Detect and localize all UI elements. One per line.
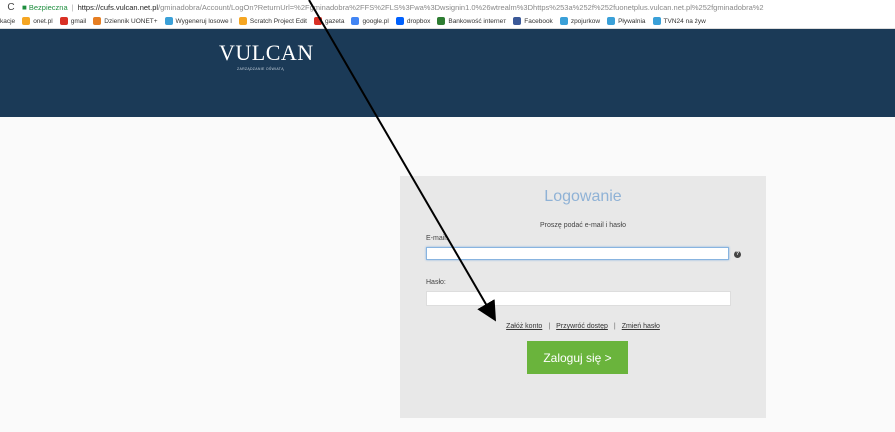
restore-access-link[interactable]: Przywróć dostęp [556,323,608,330]
bookmark-item[interactable]: Scratch Project Edit [238,17,307,25]
bookmark-icon [437,17,446,25]
bookmark-label: kacje [0,17,16,25]
bookmarks-bar: kacje onet.pl gmail Dziennik UONET+ Wygeneru… [0,14,895,29]
bookmark-icon [238,17,247,25]
bookmark-label: onet.pl [33,17,53,25]
login-title: Logowanie [544,188,622,205]
bookmark-item[interactable]: zpojurkow [559,17,601,25]
secure-label: Bezpieczna [28,2,68,12]
bookmark-label: Wygeneruj losowe l [175,17,232,25]
bookmark-item[interactable]: Facebook [513,17,553,25]
bookmark-icon [164,17,173,25]
account-links: Załóż konto | Przywróć dostęp | Zmień hasło [400,323,766,330]
bookmark-icon [93,17,102,25]
url-host[interactable]: https://cufs.vulcan.net.pl [78,3,158,12]
bookmark-icon [351,17,360,25]
bookmark-label: Bankowość interneт [448,17,507,25]
password-label: Hasło: [426,279,446,286]
bookmark-icon [22,17,31,25]
bookmark-label: Scratch Project Edit [249,17,307,25]
site-header [0,29,895,117]
bookmark-label: dropbox [406,17,431,25]
bookmark-label: gmail [70,17,87,25]
reload-icon[interactable]: C [0,2,22,13]
bookmark-item[interactable]: gazeta [313,17,345,25]
bookmark-label: TVN24 na żyw [663,17,706,25]
bookmark-item[interactable]: TVN24 na żyw [652,17,706,25]
login-subtitle: Proszę podać e-mail i hasło [540,222,626,229]
email-label: E-mail: [426,235,448,242]
lock-icon: ■ [22,2,27,12]
separator: | [71,2,74,12]
bookmark-label: zpojurkow [570,17,601,25]
bookmark-icon [559,17,568,25]
link-separator: | [548,323,551,330]
link-separator: | [613,323,616,330]
bookmark-icon [313,17,322,25]
url-path[interactable]: /gminadobra/Account/LogOn?ReturnUrl=%2Fg… [158,3,764,12]
login-button[interactable]: Zaloguj się > [527,341,628,374]
password-field[interactable] [426,291,731,306]
bookmark-item[interactable]: onet.pl [22,17,53,25]
vulcan-logo[interactable]: VULCAN [219,40,314,66]
bookmark-item[interactable]: Dziennik UONET+ [93,17,158,25]
bookmark-label: Pływalnia [618,17,646,25]
bookmark-label: Dziennik UONET+ [104,17,158,25]
question-icon[interactable]: ? [734,251,741,258]
bookmark-icon [59,17,68,25]
create-account-link[interactable]: Załóż konto [506,323,542,330]
bookmark-item[interactable]: google.pl [351,17,389,25]
change-password-link[interactable]: Zmień hasło [622,323,660,330]
bookmark-item[interactable]: gmail [59,17,87,25]
logo-subtitle: ZARZĄDZANIE OŚWIATĄ [237,67,284,71]
login-panel: Logowanie Proszę podać e-mail i hasło E-… [400,176,766,418]
bookmark-label: Facebook [524,17,553,25]
bookmark-label: gazeta [324,17,345,25]
email-field[interactable] [426,247,729,260]
bookmark-icon [513,17,522,25]
bookmark-icon [395,17,404,25]
bookmark-item[interactable]: kacje [0,18,15,25]
bookmark-label: google.pl [362,17,389,25]
bookmark-item[interactable]: Pływalnia [607,17,646,25]
address-bar[interactable]: C ■ Bezpieczna | https://cufs.vulcan.net… [0,0,895,14]
bookmark-item[interactable]: Bankowość interneт [437,17,506,25]
bookmark-item[interactable]: dropbox [395,17,431,25]
bookmark-icon [652,17,661,25]
bookmark-icon [607,17,616,25]
bookmark-item[interactable]: Wygeneruj losowe l [164,17,232,25]
